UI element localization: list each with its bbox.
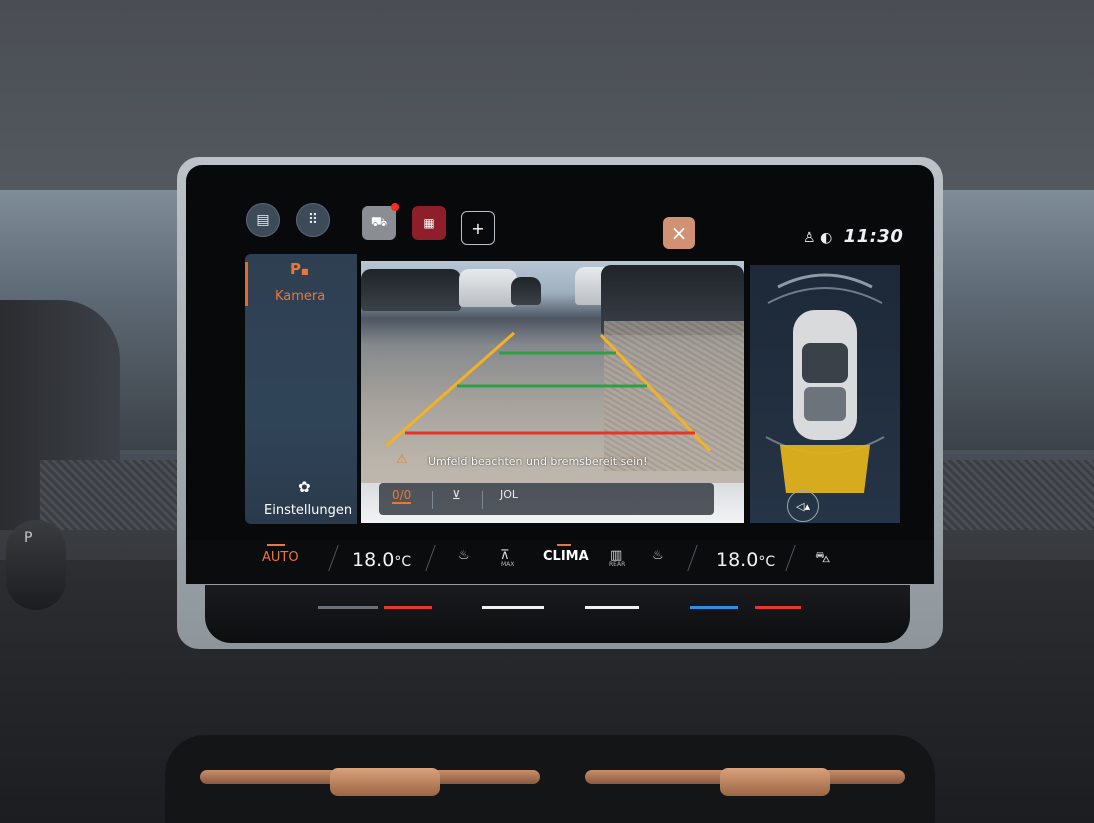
camera-tab-label[interactable]: Kamera (275, 289, 325, 304)
grid-icon: ⠿ (307, 212, 319, 228)
vehicle-rear-window (804, 387, 846, 421)
vehicle-button[interactable]: ⛟ (362, 206, 396, 240)
warning-icon: ⚠ (396, 452, 408, 467)
dashboard-trim-left (40, 460, 190, 530)
camera-toolbar (379, 483, 714, 515)
auto-indicator (267, 544, 285, 546)
trailer-view-button[interactable]: ⊻ (452, 488, 461, 502)
app-menu-button[interactable]: ⠿ (296, 203, 330, 237)
sensor-display (765, 273, 885, 493)
notification-dot (391, 203, 399, 211)
left-temp-slider-track[interactable] (318, 606, 378, 609)
defrost-rear-label: REAR (609, 561, 626, 568)
left-temp-slider-heat[interactable] (384, 606, 432, 609)
touch-slider-strip (205, 585, 910, 643)
globe-icon[interactable]: ◐ (820, 230, 833, 246)
car-icon: ⛟ (370, 214, 388, 230)
toolbar-separator (432, 491, 433, 509)
defrost-max-label: MAX (501, 561, 515, 568)
vehicle-roof (802, 343, 848, 383)
clima-button[interactable]: CLIMA (543, 549, 589, 564)
split-view-button[interactable]: ▤ (246, 203, 280, 237)
clock: 11:30 (843, 226, 904, 247)
recirculation-car-icon[interactable]: ⛍ (815, 548, 830, 568)
active-indicator (245, 262, 248, 306)
left-temperature[interactable]: 18.0°C (352, 549, 411, 571)
plus-icon: + (471, 218, 485, 238)
settings-label[interactable]: Einstellungen (264, 503, 352, 518)
user-icon[interactable]: ♙ (803, 230, 816, 246)
add-shortcut-button[interactable]: + (461, 211, 495, 245)
seat-heat-right-icon[interactable]: ♨ (652, 548, 664, 563)
fan-slider-left[interactable] (482, 606, 544, 609)
vent-knob-right[interactable] (720, 768, 830, 796)
rear-zone-warning (780, 445, 870, 493)
right-temp-slider-cool[interactable] (690, 606, 738, 609)
auto-climate-button[interactable]: AUTO (262, 550, 299, 565)
fan-slider-right[interactable] (585, 606, 639, 609)
clima-indicator (557, 544, 571, 546)
sensor-arc-front (767, 287, 883, 304)
park-camera-icon[interactable]: P■ (290, 260, 309, 278)
sensor-arc-front (777, 273, 873, 289)
sound-toggle-button[interactable]: ◁▴ (787, 490, 819, 522)
guide-left (385, 331, 515, 448)
toolbar-separator (482, 491, 483, 509)
phone-button[interactable]: ▦ (412, 206, 446, 240)
phone-keypad-icon: ▦ (423, 216, 435, 230)
seat-heat-left-icon[interactable]: ♨ (458, 548, 470, 563)
gear-shifter[interactable]: P (6, 520, 66, 610)
vent-knob-left[interactable] (330, 768, 440, 796)
gear-icon[interactable]: ✿ (298, 478, 311, 496)
right-temperature[interactable]: 18.0°C (716, 549, 775, 571)
right-temp-slider-heat[interactable] (755, 606, 801, 609)
top-view-button[interactable]: JOL (500, 488, 518, 501)
speaker-icon: ◁▴ (796, 499, 810, 513)
split-screen-icon: ▤ (256, 212, 270, 228)
status-area: ♙ ◐ 11:30 (803, 226, 903, 247)
close-camera-button[interactable]: × (663, 217, 695, 249)
park-distance-panel (750, 265, 900, 523)
view-mode-button[interactable]: 0/0 (392, 488, 412, 504)
warning-message: Umfeld beachten und bremsbereit sein! (428, 455, 648, 468)
close-icon: × (670, 221, 688, 245)
